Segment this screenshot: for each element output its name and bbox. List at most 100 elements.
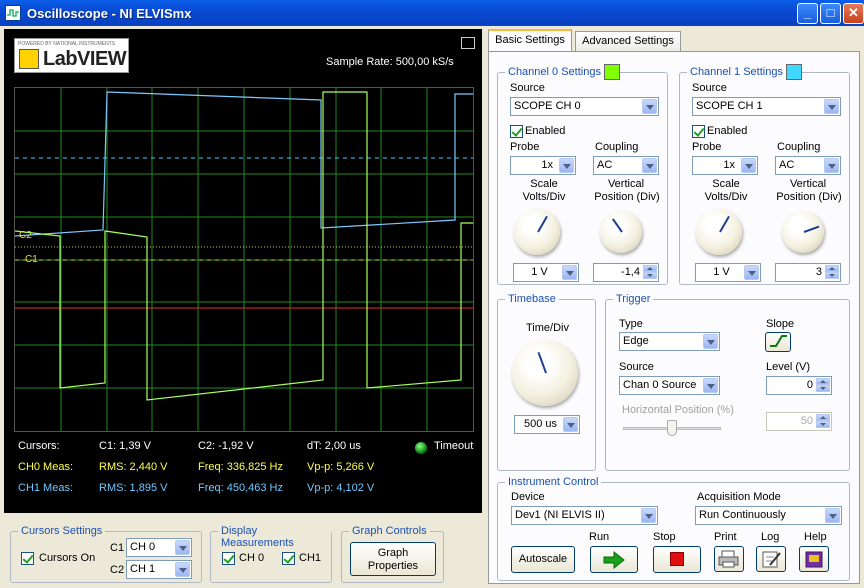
- device-label: Device: [511, 491, 545, 503]
- chevron-down-icon: [641, 508, 656, 523]
- ch0-vpos-input[interactable]: -1,4: [593, 263, 659, 282]
- trigger-type-select[interactable]: Edge: [619, 332, 720, 351]
- help-button[interactable]: [799, 546, 829, 572]
- display-ch0-checkbox[interactable]: [222, 552, 235, 565]
- ch1-meas-label: CH1 Meas:: [18, 482, 74, 494]
- ch1-source-label: Source: [692, 82, 727, 94]
- time-div-knob[interactable]: [512, 340, 578, 406]
- horizontal-position-input[interactable]: 50: [766, 412, 832, 431]
- settings-pane: Basic Settings Advanced Settings Channel…: [486, 29, 862, 586]
- ch0-scale-label1: Scale: [530, 178, 558, 190]
- ch1-probe-select[interactable]: 1x: [692, 156, 758, 175]
- device-select[interactable]: Dev1 (NI ELVIS II): [511, 506, 658, 525]
- time-div-label: Time/Div: [526, 322, 569, 334]
- channel1-title: Channel 1 Settings: [687, 66, 786, 78]
- run-label: Run: [589, 531, 610, 543]
- ch1-source-select[interactable]: SCOPE CH 1: [692, 97, 841, 116]
- channel1-color-swatch[interactable]: [786, 64, 802, 80]
- chevron-down-icon: [175, 540, 190, 555]
- ch1-vpos-label1: Vertical: [789, 178, 827, 190]
- spinner-icon[interactable]: [825, 265, 839, 280]
- ch1-rms: RMS: 1,895 V: [99, 482, 168, 494]
- ch0-source-select[interactable]: SCOPE CH 0: [510, 97, 659, 116]
- graticule-grid: [15, 88, 473, 431]
- display-measurements-title: Display Measurements: [218, 525, 331, 549]
- channel0-color-swatch[interactable]: [604, 64, 620, 80]
- horizontal-position-thumb[interactable]: [667, 420, 677, 436]
- log-button[interactable]: [756, 546, 786, 572]
- ch1-coupling-select[interactable]: AC: [775, 156, 841, 175]
- restore-window-icon[interactable]: [461, 37, 475, 49]
- ch0-vpp: Vp-p: 5,266 V: [307, 461, 375, 473]
- graph-controls-title: Graph Controls: [349, 525, 430, 537]
- chevron-down-icon: [642, 99, 657, 114]
- trigger-title: Trigger: [613, 293, 654, 305]
- ch0-source-label: Source: [510, 82, 545, 94]
- horizontal-position-label: Horizontal Position (%): [622, 404, 734, 416]
- app-icon: [5, 5, 21, 21]
- ch1-vpos-label2: Position (Div): [776, 191, 842, 203]
- trigger-source-label: Source: [619, 361, 654, 373]
- cursor-c1-marker: C1: [25, 254, 38, 265]
- help-book-icon: [805, 551, 823, 568]
- ch0-vpos-label2: Position (Div): [594, 191, 660, 203]
- trigger-slope-label: Slope: [766, 318, 795, 330]
- ch1-enabled-checkbox[interactable]: [692, 125, 705, 138]
- spinner-icon[interactable]: [816, 414, 830, 429]
- acquisition-mode-select[interactable]: Run Continuously: [695, 506, 842, 525]
- ch0-probe-select[interactable]: 1x: [510, 156, 576, 175]
- trigger-source-select[interactable]: Chan 0 Source: [619, 376, 720, 395]
- trigger-level-input[interactable]: 0: [766, 376, 832, 395]
- trigger-group: Trigger Type Edge Slope Source Chan 0 So…: [605, 293, 850, 471]
- maximize-button[interactable]: □: [820, 3, 841, 24]
- chevron-down-icon: [741, 158, 756, 173]
- ch0-scale-knob[interactable]: [514, 209, 560, 255]
- timeout-label: Timeout: [434, 440, 474, 452]
- close-button[interactable]: ✕: [843, 3, 864, 24]
- cursor-c2-select[interactable]: CH 1: [126, 560, 192, 579]
- display-measurements-group: Display Measurements CH 0 CH1: [210, 525, 332, 583]
- tab-basic-settings[interactable]: Basic Settings: [488, 29, 572, 52]
- trigger-level-label: Level (V): [766, 361, 811, 373]
- cursor-dt-value: dT: 2,00 us: [307, 440, 361, 452]
- ch1-vpos-knob[interactable]: [782, 211, 824, 253]
- spinner-icon[interactable]: [643, 265, 657, 280]
- graph-controls-group: Graph Controls Graph Properties: [341, 525, 444, 583]
- ch1-vpos-input[interactable]: 3: [775, 263, 841, 282]
- stop-button[interactable]: [653, 546, 701, 573]
- cursor-c1-select[interactable]: CH 0: [126, 538, 192, 557]
- cursors-on-checkbox[interactable]: [21, 552, 34, 565]
- ch0-meas-label: CH0 Meas:: [18, 461, 74, 473]
- cursor-c1-select-label: C1: [110, 542, 125, 554]
- tab-advanced-settings[interactable]: Advanced Settings: [575, 31, 681, 51]
- ch1-scale-knob[interactable]: [696, 209, 742, 255]
- ch0-coupling-select[interactable]: AC: [593, 156, 659, 175]
- stop-square-icon: [670, 552, 684, 566]
- display-ch0-label: CH 0: [239, 552, 265, 564]
- run-button[interactable]: [590, 546, 638, 573]
- run-arrow-icon: [603, 550, 625, 570]
- ch0-scale-select[interactable]: 1 V: [513, 263, 579, 282]
- chevron-down-icon: [825, 508, 840, 523]
- timeout-led-icon: [415, 442, 427, 454]
- log-notepad-icon: [762, 551, 781, 568]
- chevron-down-icon: [824, 158, 839, 173]
- sample-rate: Sample Rate: 500,00 kS/s: [326, 56, 454, 68]
- minimize-button[interactable]: _: [797, 3, 818, 24]
- ch0-enabled-checkbox[interactable]: [510, 125, 523, 138]
- trigger-type-label: Type: [619, 318, 643, 330]
- waveform-graph[interactable]: C2 C1: [14, 87, 474, 432]
- ch0-freq: Freq: 336,825 Hz: [198, 461, 283, 473]
- log-label: Log: [761, 531, 780, 543]
- slope-rising-button[interactable]: [765, 332, 791, 352]
- graph-properties-button[interactable]: Graph Properties: [350, 542, 436, 576]
- display-ch1-checkbox[interactable]: [282, 552, 295, 565]
- chevron-down-icon: [559, 158, 574, 173]
- autoscale-button[interactable]: Autoscale: [511, 546, 575, 573]
- print-button[interactable]: [714, 546, 744, 572]
- time-div-select[interactable]: 500 us: [514, 415, 580, 434]
- ch0-vpos-knob[interactable]: [600, 211, 642, 253]
- ch1-scale-select[interactable]: 1 V: [695, 263, 761, 282]
- cursors-settings-group: Cursors Settings Cursors On C1 CH 0 C2 C…: [10, 525, 202, 583]
- spinner-icon[interactable]: [816, 378, 830, 393]
